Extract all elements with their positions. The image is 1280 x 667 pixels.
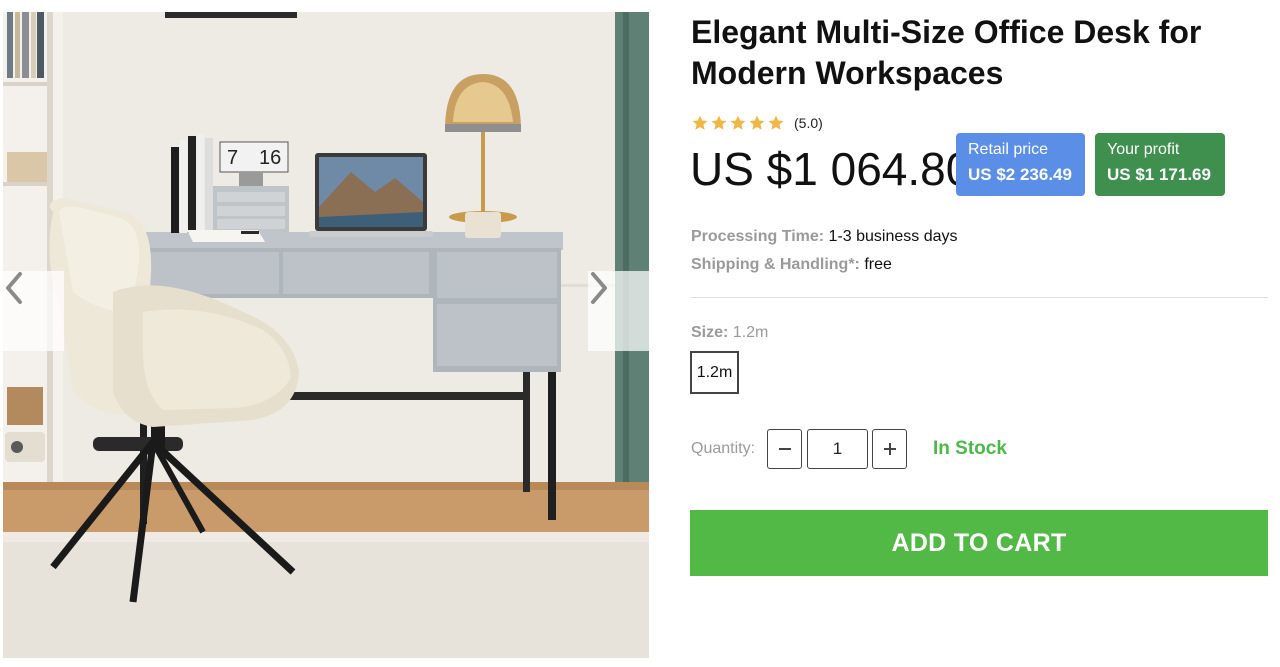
quantity-label: Quantity: bbox=[691, 440, 756, 457]
retail-price-label: Retail price bbox=[968, 141, 1049, 158]
stock-status: In Stock bbox=[933, 438, 1007, 459]
profit-label: Your profit bbox=[1107, 141, 1180, 158]
minus-icon bbox=[778, 448, 791, 450]
add-to-cart-button[interactable]: ADD TO CART bbox=[690, 510, 1268, 576]
product-image-gallery[interactable]: 7 16 bbox=[3, 12, 649, 658]
plus-icon bbox=[883, 443, 896, 455]
star-icon bbox=[749, 115, 765, 130]
clock-hours: 7 bbox=[227, 147, 238, 169]
chevron-right-icon bbox=[591, 272, 607, 304]
quantity-input[interactable] bbox=[807, 429, 868, 469]
size-option-1-2m[interactable]: 1.2m bbox=[690, 351, 739, 394]
star-icon bbox=[692, 115, 708, 130]
processing-time: Processing Time: 1-3 business days bbox=[691, 227, 958, 247]
product-rating: (5.0) bbox=[691, 113, 823, 133]
divider bbox=[691, 297, 1268, 298]
rating-stars bbox=[691, 114, 785, 132]
size-selected-value: 1.2m bbox=[732, 324, 769, 341]
shipping-handling: Shipping & Handling*: free bbox=[691, 255, 892, 275]
retail-price-value: US $2 236.49 bbox=[968, 165, 1072, 184]
star-icon bbox=[768, 115, 784, 130]
quantity-increase-button[interactable] bbox=[872, 429, 907, 469]
processing-time-label: Processing Time: bbox=[691, 228, 825, 245]
size-label: Size: bbox=[691, 324, 729, 341]
retail-price-badge: Retail price US $2 236.49 bbox=[956, 133, 1085, 196]
gallery-next-button[interactable] bbox=[588, 271, 649, 351]
gallery-prev-button[interactable] bbox=[3, 271, 64, 351]
processing-time-value: 1-3 business days bbox=[828, 228, 958, 245]
star-icon bbox=[711, 115, 727, 130]
profit-value: US $1 171.69 bbox=[1107, 165, 1211, 184]
current-price: US $1 064.80 bbox=[690, 143, 972, 195]
shipping-label: Shipping & Handling*: bbox=[691, 256, 860, 273]
shipping-value: free bbox=[864, 256, 892, 273]
product-title: Elegant Multi-Size Office Desk for Moder… bbox=[691, 14, 1202, 91]
profit-badge: Your profit US $1 171.69 bbox=[1095, 133, 1225, 196]
quantity-decrease-button[interactable] bbox=[767, 429, 802, 469]
star-icon bbox=[730, 115, 746, 130]
product-image: 7 16 bbox=[3, 12, 649, 658]
clock-minutes: 16 bbox=[259, 147, 281, 169]
chevron-left-icon bbox=[6, 272, 22, 304]
size-selector-heading: Size: 1.2m bbox=[691, 323, 768, 343]
rating-value: (5.0) bbox=[794, 115, 823, 131]
